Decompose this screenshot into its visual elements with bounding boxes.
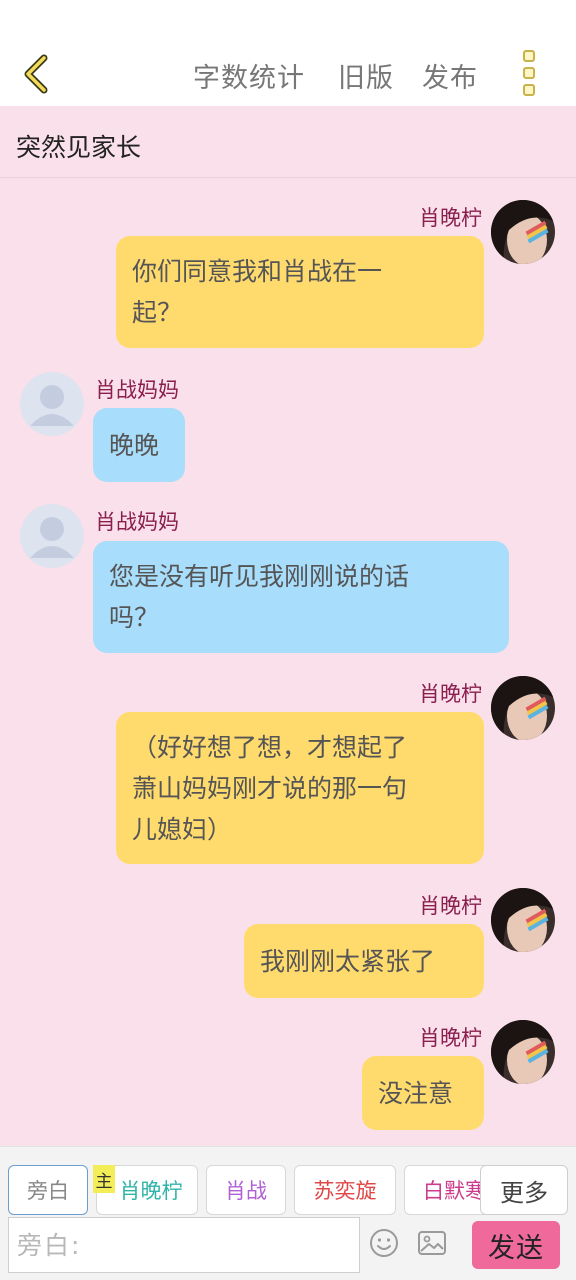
more-menu-icon[interactable] (516, 48, 542, 98)
role-chip-xiao-zhan[interactable]: 肖战 (206, 1165, 286, 1215)
message-text: 吗？ (109, 603, 160, 632)
chat-area[interactable]: 突然见家长 肖晚柠 你们同意我和肖战在一 起？ 肖战妈妈 晚晚 肖战妈妈 您是没有… (0, 106, 576, 1146)
sender-name: 肖晚柠 (419, 1026, 482, 1050)
message-text: 没注意 (378, 1078, 454, 1108)
sender-name: 肖晚柠 (419, 682, 482, 706)
sender-name: 肖晚柠 (419, 894, 482, 918)
chat-title-bar: 突然见家长 (0, 106, 576, 178)
message-bubble[interactable]: 你们同意我和肖战在一 起？ (116, 236, 484, 348)
message-text: 萧山妈妈刚才说的那一句 (132, 773, 408, 803)
word-count-button[interactable]: 字数统计 (193, 56, 305, 95)
role-chip-label: 旁白 (27, 1179, 69, 1203)
message-text: 您是没有听见我刚刚说的话 (109, 562, 410, 591)
image-icon[interactable] (416, 1227, 448, 1259)
publish-button[interactable]: 发布 (422, 56, 478, 95)
sender-name: 肖战妈妈 (95, 378, 179, 402)
avatar[interactable] (491, 676, 555, 740)
message-text: 儿媳妇） (132, 814, 233, 844)
avatar-placeholder[interactable] (20, 504, 84, 568)
more-roles-button[interactable]: 更多 (480, 1165, 568, 1215)
send-button[interactable]: 发送 (472, 1221, 560, 1269)
main-role-tag: 主 (93, 1165, 115, 1193)
avatar[interactable] (491, 200, 555, 264)
avatar[interactable] (491, 1020, 555, 1084)
role-chip-label: 肖晚柠 (119, 1179, 183, 1203)
message-bubble[interactable]: 我刚刚太紧张了 (244, 924, 484, 998)
message-input[interactable] (8, 1217, 360, 1273)
avatar[interactable] (491, 888, 555, 952)
emoji-icon[interactable] (368, 1227, 400, 1259)
sender-name: 肖战妈妈 (95, 510, 179, 534)
message-bubble[interactable]: 没注意 (362, 1056, 484, 1130)
top-bar: 字数统计 旧版 发布 (0, 0, 576, 106)
role-chip-su-yixuan[interactable]: 苏奕旋 (294, 1165, 396, 1215)
message-text: 我刚刚太紧张了 (260, 946, 436, 976)
role-chip-label: 白默寒 (423, 1179, 486, 1203)
message-bubble[interactable]: （好好想了想，才想起了 萧山妈妈刚才说的那一句 儿媳妇） (116, 712, 484, 864)
composer-bar: 旁白 肖晚柠 主 肖战 苏奕旋 白默寒 更多 发送 (0, 1146, 576, 1280)
message-text: 起？ (132, 298, 183, 327)
role-chip-label: 苏奕旋 (313, 1179, 377, 1203)
role-chip-label: 肖战 (225, 1179, 267, 1203)
message-bubble[interactable]: 您是没有听见我刚刚说的话 吗？ (93, 541, 509, 653)
message-text: 你们同意我和肖战在一 (132, 257, 383, 286)
message-text: 晚晚 (109, 430, 160, 460)
message-text: （好好想了想，才想起了 (132, 732, 408, 762)
old-version-button[interactable]: 旧版 (338, 56, 394, 95)
sender-name: 肖晚柠 (419, 206, 482, 230)
chat-title: 突然见家长 (16, 133, 142, 162)
role-chip-narrator[interactable]: 旁白 (8, 1165, 88, 1215)
avatar-placeholder[interactable] (20, 372, 84, 436)
message-bubble[interactable]: 晚晚 (93, 408, 185, 482)
back-chevron-icon[interactable] (16, 50, 60, 98)
